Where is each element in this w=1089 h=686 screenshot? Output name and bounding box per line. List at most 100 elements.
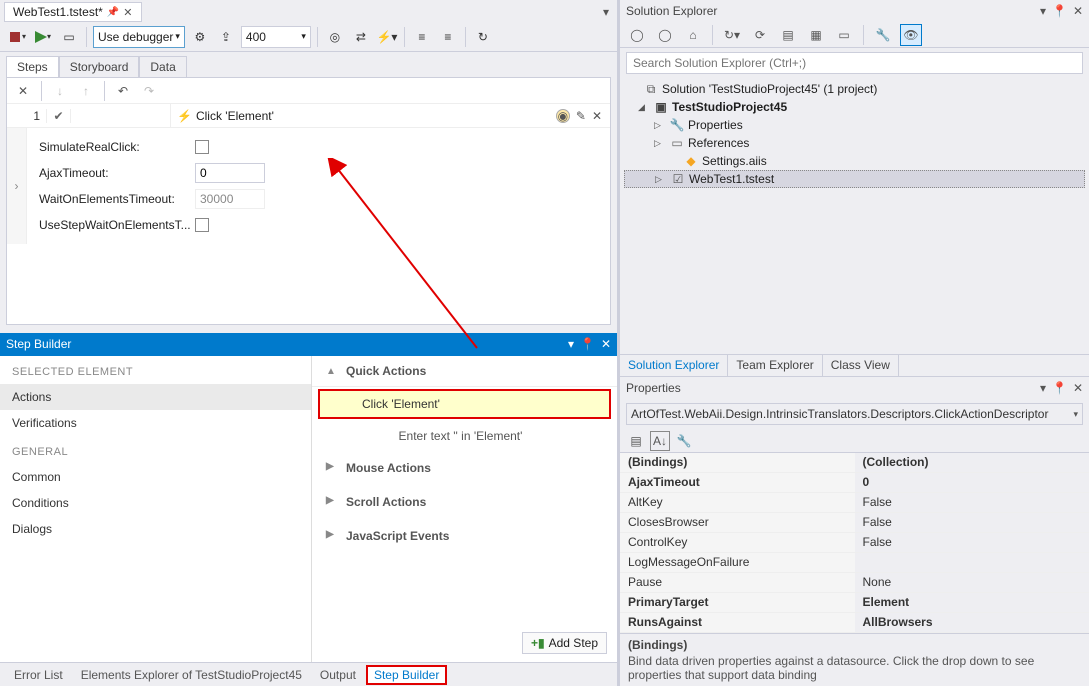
- tree-properties[interactable]: ▷ 🔧 Properties: [624, 116, 1085, 134]
- browser-button[interactable]: ▭: [58, 26, 80, 48]
- panel-pin-icon[interactable]: 📍: [580, 337, 595, 351]
- property-description-text: Bind data driven properties against a da…: [628, 654, 1081, 682]
- outdent-icon[interactable]: ≡: [411, 26, 433, 48]
- wait-on-elements-input[interactable]: [195, 189, 265, 209]
- expand-icon[interactable]: ▷: [654, 138, 666, 149]
- category-conditions[interactable]: Conditions: [0, 490, 311, 516]
- expand-icon[interactable]: ▷: [655, 174, 667, 185]
- tab-steps[interactable]: Steps: [6, 56, 59, 77]
- forward-icon[interactable]: ◯: [654, 24, 676, 46]
- undo-icon[interactable]: ↶: [113, 81, 133, 101]
- play-button[interactable]: ▾: [32, 26, 54, 48]
- prop-ajax-timeout[interactable]: AjaxTimeout 0: [620, 473, 1089, 493]
- pin-icon[interactable]: 📌: [107, 7, 119, 18]
- prop-runs-against[interactable]: RunsAgainst AllBrowsers: [620, 613, 1089, 633]
- alphabetical-icon[interactable]: A↓: [650, 431, 670, 451]
- step-row[interactable]: 1 ✔ ⚡ Click 'Element' ◉ ✎ ✕: [7, 104, 610, 128]
- expand-icon[interactable]: ◢: [638, 102, 650, 113]
- refresh-icon[interactable]: ↻: [472, 26, 494, 48]
- tab-team-explorer[interactable]: Team Explorer: [728, 355, 822, 376]
- panel-close-icon[interactable]: ✕: [1073, 381, 1083, 395]
- settings-gear-icon[interactable]: ⚙: [189, 26, 211, 48]
- tab-output[interactable]: Output: [312, 665, 364, 685]
- properties-icon[interactable]: ▭: [833, 24, 855, 46]
- tab-elements-explorer[interactable]: Elements Explorer of TestStudioProject45: [73, 665, 310, 685]
- panel-dropdown-icon[interactable]: ▾: [568, 337, 574, 351]
- document-menu-dropdown[interactable]: ▾: [599, 5, 613, 19]
- bolt-icon[interactable]: ⚡▾: [376, 26, 398, 48]
- sync-icon[interactable]: ↻▾: [721, 24, 743, 46]
- breakpoint-icon[interactable]: ◉: [556, 109, 570, 123]
- group-scroll-actions[interactable]: ▶ Scroll Actions: [312, 485, 617, 519]
- tree-settings-file[interactable]: ◆ Settings.aiis: [624, 152, 1085, 170]
- collapse-gutter[interactable]: ›: [7, 128, 27, 244]
- object-descriptor-combo[interactable]: ArtOfTest.WebAii.Design.IntrinsicTransla…: [626, 403, 1083, 425]
- refresh-tree-icon[interactable]: ⟳: [749, 24, 771, 46]
- categorized-icon[interactable]: ▤: [626, 431, 646, 451]
- property-pages-icon[interactable]: 🔧: [674, 431, 694, 451]
- panel-close-icon[interactable]: ✕: [601, 337, 611, 351]
- tree-references[interactable]: ▷ ▭ References: [624, 134, 1085, 152]
- prop-control-key[interactable]: ControlKey False: [620, 533, 1089, 553]
- tree-webtest-file[interactable]: ▷ ☑ WebTest1.tstest: [624, 170, 1085, 188]
- debugger-combo[interactable]: Use debugger ▾: [93, 26, 185, 48]
- delete-step-icon[interactable]: ✕: [592, 109, 602, 123]
- action-click-element[interactable]: Click 'Element': [318, 389, 611, 419]
- tree-project[interactable]: ◢ ▣ TestStudioProject45: [624, 98, 1085, 116]
- panel-dropdown-icon[interactable]: ▾: [1040, 4, 1046, 18]
- size-combo[interactable]: 400 ▾: [241, 26, 311, 48]
- wrench-icon[interactable]: 🔧: [872, 24, 894, 46]
- step-enabled-check[interactable]: ✔: [47, 109, 71, 123]
- panel-pin-icon[interactable]: 📍: [1052, 381, 1067, 395]
- home-icon[interactable]: ⌂: [682, 24, 704, 46]
- action-enter-text[interactable]: Enter text '' in 'Element': [312, 421, 617, 451]
- group-mouse-actions[interactable]: ▶ Mouse Actions: [312, 451, 617, 485]
- category-actions[interactable]: Actions: [0, 384, 311, 410]
- prop-primary-target[interactable]: PrimaryTarget Element: [620, 593, 1089, 613]
- collapse-all-icon[interactable]: ▤: [777, 24, 799, 46]
- search-input[interactable]: [626, 52, 1083, 74]
- edit-pencil-icon[interactable]: ✎: [576, 109, 586, 123]
- prop-pause[interactable]: Pause None: [620, 573, 1089, 593]
- panel-pin-icon[interactable]: 📍: [1052, 4, 1067, 18]
- tab-error-list[interactable]: Error List: [6, 665, 71, 685]
- target-icon[interactable]: ◎: [324, 26, 346, 48]
- expand-icon: ▶: [326, 461, 334, 472]
- tab-step-builder[interactable]: Step Builder: [366, 665, 447, 685]
- back-icon[interactable]: ◯: [626, 24, 648, 46]
- group-js-events[interactable]: ▶ JavaScript Events: [312, 519, 617, 553]
- panel-close-icon[interactable]: ✕: [1073, 4, 1083, 18]
- record-button[interactable]: ▾: [6, 26, 28, 48]
- panel-dropdown-icon[interactable]: ▾: [1040, 381, 1046, 395]
- category-common[interactable]: Common: [0, 464, 311, 490]
- collapse-icon: ▲: [326, 366, 336, 377]
- solution-explorer-title: Solution Explorer: [626, 4, 1040, 18]
- debugger-combo-value: Use debugger: [98, 30, 173, 44]
- prop-closes-browser[interactable]: ClosesBrowser False: [620, 513, 1089, 533]
- expand-icon[interactable]: ▷: [654, 120, 666, 131]
- steps-panel: ✕ ↓ ↑ ↶ ↷ 1 ✔ ⚡ Click 'Element' ◉ ✎: [6, 77, 611, 325]
- indent-icon[interactable]: ≡: [437, 26, 459, 48]
- delete-icon[interactable]: ✕: [13, 81, 33, 101]
- document-tab[interactable]: WebTest1.tstest* 📌 ✕: [4, 2, 142, 22]
- category-verifications[interactable]: Verifications: [0, 410, 311, 436]
- add-step-button[interactable]: +▮ Add Step: [522, 632, 607, 654]
- prop-alt-key[interactable]: AltKey False: [620, 493, 1089, 513]
- tree-solution[interactable]: ⧉ Solution 'TestStudioProject45' (1 proj…: [624, 80, 1085, 98]
- show-all-icon[interactable]: ▦: [805, 24, 827, 46]
- tab-data[interactable]: Data: [139, 56, 186, 77]
- simulate-real-click-checkbox[interactable]: [195, 140, 209, 154]
- close-icon[interactable]: ✕: [123, 6, 132, 19]
- tab-storyboard[interactable]: Storyboard: [59, 56, 140, 77]
- category-dialogs[interactable]: Dialogs: [0, 516, 311, 542]
- upload-icon[interactable]: ⇪: [215, 26, 237, 48]
- quick-actions-header[interactable]: ▲ Quick Actions: [312, 356, 617, 387]
- prop-bindings[interactable]: (Bindings) (Collection): [620, 453, 1089, 473]
- preview-icon[interactable]: 👁: [900, 24, 922, 46]
- use-step-wait-checkbox[interactable]: [195, 218, 209, 232]
- tree-icon[interactable]: ⇄: [350, 26, 372, 48]
- prop-log-msg[interactable]: LogMessageOnFailure: [620, 553, 1089, 573]
- ajax-timeout-input[interactable]: [195, 163, 265, 183]
- tab-solution-explorer[interactable]: Solution Explorer: [620, 355, 728, 376]
- tab-class-view[interactable]: Class View: [823, 355, 899, 376]
